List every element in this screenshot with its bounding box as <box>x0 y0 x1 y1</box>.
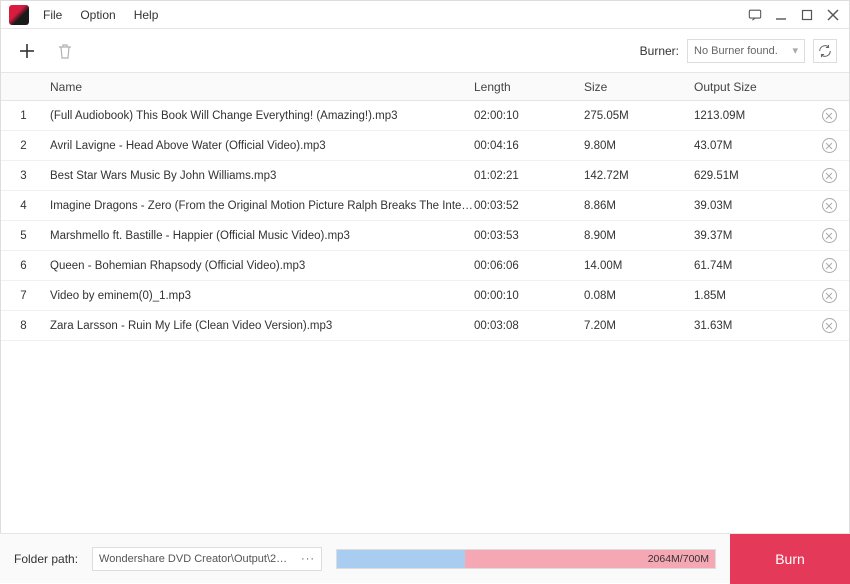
row-length: 01:02:21 <box>474 170 584 182</box>
row-length: 00:03:08 <box>474 320 584 332</box>
row-output: 1.85M <box>694 290 809 302</box>
menu-file[interactable]: File <box>43 8 62 22</box>
row-size: 0.08M <box>584 290 694 302</box>
table-row[interactable]: 4Imagine Dragons - Zero (From the Origin… <box>1 191 849 221</box>
row-size: 142.72M <box>584 170 694 182</box>
burner-select[interactable]: No Burner found. ▾ <box>687 39 805 63</box>
row-name: Queen - Bohemian Rhapsody (Official Vide… <box>46 260 474 272</box>
refresh-button[interactable] <box>813 39 837 63</box>
close-button[interactable] <box>825 7 841 23</box>
folder-path-label: Folder path: <box>14 552 78 566</box>
table-row[interactable]: 5Marshmello ft. Bastille - Happier (Offi… <box>1 221 849 251</box>
row-name: Video by eminem(0)_1.mp3 <box>46 290 474 302</box>
window-controls <box>747 7 841 23</box>
capacity-used <box>337 550 465 568</box>
row-length: 00:03:52 <box>474 200 584 212</box>
capacity-bar: 2064M/700M <box>336 549 716 569</box>
row-name: Zara Larsson - Ruin My Life (Clean Video… <box>46 320 474 332</box>
row-output: 1213.09M <box>694 110 809 122</box>
capacity-text: 2064M/700M <box>648 550 709 568</box>
file-table: Name Length Size Output Size 1(Full Audi… <box>1 73 849 341</box>
titlebar: File Option Help <box>1 1 849 29</box>
row-length: 00:03:53 <box>474 230 584 242</box>
row-output: 61.74M <box>694 260 809 272</box>
row-name: (Full Audiobook) This Book Will Change E… <box>46 110 474 122</box>
maximize-button[interactable] <box>799 7 815 23</box>
row-index: 8 <box>1 320 46 332</box>
main-menu: File Option Help <box>43 8 158 22</box>
row-index: 5 <box>1 230 46 242</box>
delete-button[interactable] <box>51 37 79 65</box>
row-size: 275.05M <box>584 110 694 122</box>
folder-path-value: Wondershare DVD Creator\Output\2018-12-0… <box>99 553 289 565</box>
table-row[interactable]: 2Avril Lavigne - Head Above Water (Offic… <box>1 131 849 161</box>
row-name: Avril Lavigne - Head Above Water (Offici… <box>46 140 474 152</box>
minimize-button[interactable] <box>773 7 789 23</box>
row-length: 00:00:10 <box>474 290 584 302</box>
feedback-icon[interactable] <box>747 7 763 23</box>
row-output: 39.37M <box>694 230 809 242</box>
table-row[interactable]: 1(Full Audiobook) This Book Will Change … <box>1 101 849 131</box>
row-length: 00:04:16 <box>474 140 584 152</box>
row-length: 00:06:06 <box>474 260 584 272</box>
row-name: Best Star Wars Music By John Williams.mp… <box>46 170 474 182</box>
remove-row-button[interactable] <box>822 198 837 213</box>
toolbar: Burner: No Burner found. ▾ <box>1 29 849 73</box>
row-index: 3 <box>1 170 46 182</box>
row-index: 7 <box>1 290 46 302</box>
row-size: 7.20M <box>584 320 694 332</box>
row-size: 14.00M <box>584 260 694 272</box>
burner-value: No Burner found. <box>694 45 778 57</box>
table-header: Name Length Size Output Size <box>1 73 849 101</box>
table-row[interactable]: 3Best Star Wars Music By John Williams.m… <box>1 161 849 191</box>
column-output[interactable]: Output Size <box>694 80 809 94</box>
table-row[interactable]: 6Queen - Bohemian Rhapsody (Official Vid… <box>1 251 849 281</box>
app-logo-icon <box>9 5 29 25</box>
remove-row-button[interactable] <box>822 228 837 243</box>
row-size: 8.86M <box>584 200 694 212</box>
browse-button[interactable]: ··· <box>301 553 315 565</box>
remove-row-button[interactable] <box>822 258 837 273</box>
row-size: 9.80M <box>584 140 694 152</box>
row-index: 6 <box>1 260 46 272</box>
remove-row-button[interactable] <box>822 168 837 183</box>
remove-row-button[interactable] <box>822 138 837 153</box>
table-row[interactable]: 7Video by eminem(0)_1.mp300:00:100.08M1.… <box>1 281 849 311</box>
table-row[interactable]: 8Zara Larsson - Ruin My Life (Clean Vide… <box>1 311 849 341</box>
row-output: 629.51M <box>694 170 809 182</box>
chevron-down-icon: ▾ <box>792 44 798 57</box>
row-output: 43.07M <box>694 140 809 152</box>
bottom-bar: Folder path: Wondershare DVD Creator\Out… <box>0 533 850 583</box>
row-output: 39.03M <box>694 200 809 212</box>
menu-help[interactable]: Help <box>134 8 159 22</box>
burn-button[interactable]: Burn <box>730 534 850 584</box>
remove-row-button[interactable] <box>822 318 837 333</box>
row-output: 31.63M <box>694 320 809 332</box>
row-name: Marshmello ft. Bastille - Happier (Offic… <box>46 230 474 242</box>
remove-row-button[interactable] <box>822 108 837 123</box>
row-name: Imagine Dragons - Zero (From the Origina… <box>46 200 474 212</box>
folder-path-input[interactable]: Wondershare DVD Creator\Output\2018-12-0… <box>92 547 322 571</box>
row-index: 4 <box>1 200 46 212</box>
row-index: 1 <box>1 110 46 122</box>
row-index: 2 <box>1 140 46 152</box>
column-name[interactable]: Name <box>46 80 474 94</box>
add-button[interactable] <box>13 37 41 65</box>
burner-label: Burner: <box>640 44 679 58</box>
remove-row-button[interactable] <box>822 288 837 303</box>
menu-option[interactable]: Option <box>80 8 115 22</box>
column-length[interactable]: Length <box>474 80 584 94</box>
row-length: 02:00:10 <box>474 110 584 122</box>
row-size: 8.90M <box>584 230 694 242</box>
column-size[interactable]: Size <box>584 80 694 94</box>
